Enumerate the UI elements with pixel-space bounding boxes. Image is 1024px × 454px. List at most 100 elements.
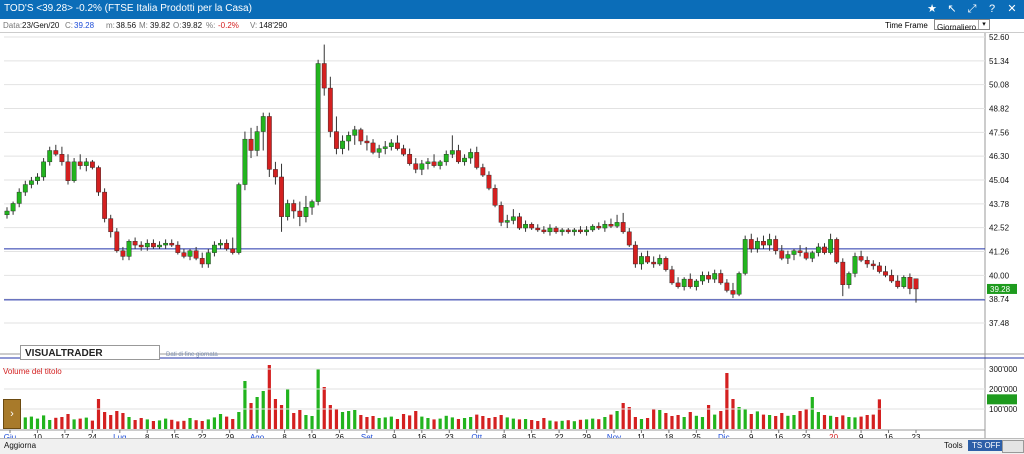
candle-body — [639, 256, 644, 265]
time-axis: Giu 10 17 24 Lug 8 15 22 29 Ago 8 19 26 Set 9 16 23 Ott 8 1… — [0, 429, 985, 438]
candle-body — [248, 138, 254, 151]
star-icon[interactable]: ★ — [924, 2, 940, 16]
volume-bar — [292, 413, 296, 429]
candle-body — [785, 254, 791, 259]
candle-body — [815, 246, 821, 253]
volume-bar — [664, 413, 668, 429]
volume-bar — [652, 409, 656, 429]
candle-body — [541, 229, 547, 233]
volume-bar — [865, 415, 869, 429]
volume-bar — [414, 411, 418, 429]
candle-body — [181, 252, 187, 257]
volume-bar — [103, 412, 107, 429]
volume-bar — [377, 418, 381, 429]
volume-bar — [609, 414, 613, 429]
date-value: 23/Gen/20 — [22, 21, 60, 30]
volume-bar — [408, 415, 412, 429]
volume-bar — [621, 403, 625, 429]
volume-bar — [133, 420, 137, 429]
chevron-down-icon[interactable]: ▾ — [978, 20, 989, 29]
candle-body — [663, 258, 669, 270]
quote-info-bar: Data: 23/Gen/20 C: 39.28 m: 38.56 M: 39.… — [0, 19, 1024, 33]
candle-body — [370, 142, 376, 153]
candle-body — [395, 142, 400, 149]
candle-body — [883, 271, 888, 276]
candle-body — [773, 239, 779, 251]
candle-body — [382, 146, 388, 149]
candle-body — [669, 269, 675, 284]
candle-body — [346, 135, 352, 142]
volume-bar — [218, 414, 223, 429]
candle-body — [468, 152, 474, 159]
candle-body — [498, 205, 504, 223]
volume-bar — [170, 419, 174, 429]
candle-body — [218, 242, 223, 246]
panel-toggle-button[interactable]: › — [3, 399, 21, 429]
volume-value: 148'290 — [259, 21, 288, 30]
price-tick-label: 41.26 — [989, 248, 1010, 257]
volume-bar — [755, 411, 759, 429]
candle-body — [852, 256, 858, 274]
volume-bars — [4, 365, 985, 429]
volume-bar — [316, 369, 320, 429]
candle-body — [169, 242, 175, 246]
aggiorna-button[interactable]: Aggiorna — [4, 441, 36, 450]
volume-bar — [261, 391, 265, 429]
candle-body — [230, 248, 236, 253]
volume-bar — [560, 420, 564, 429]
tools-button[interactable]: Tools — [940, 440, 967, 451]
back-arrow-icon[interactable]: ↖ — [944, 2, 960, 16]
candle-body — [584, 229, 589, 233]
candle-body — [504, 220, 510, 223]
ts-off-button[interactable]: TS OFF — [968, 440, 1005, 451]
candle-body — [102, 191, 108, 219]
candle-body — [29, 180, 34, 185]
candle-body — [114, 231, 120, 251]
volume-bar — [206, 419, 210, 429]
close-icon[interactable]: ✕ — [1004, 2, 1020, 16]
candle-body — [35, 176, 40, 181]
volume-bar — [23, 417, 27, 429]
candle-body — [352, 129, 358, 136]
grid-lines — [0, 33, 1024, 438]
volume-bar — [456, 419, 461, 429]
volume-bar — [633, 417, 637, 429]
volume-bar — [176, 421, 180, 429]
volume-bar — [847, 417, 851, 429]
volume-bar — [182, 420, 186, 429]
volume-bar — [566, 420, 570, 429]
candle-body — [809, 252, 815, 259]
candle-body — [254, 131, 260, 151]
candle-body — [285, 203, 291, 217]
volume-bar — [499, 415, 503, 429]
candle-body — [822, 246, 827, 253]
candle-body — [132, 241, 138, 246]
volume-bar — [597, 419, 601, 429]
candle-body — [83, 161, 89, 166]
candle-body — [157, 244, 162, 248]
candle-body — [108, 218, 114, 233]
window-title: TOD'S <39.28> -0.2% (FTSE Italia Prodott… — [4, 3, 252, 14]
volume-bar — [35, 418, 40, 429]
volume-bar — [615, 411, 619, 429]
candle-body — [913, 278, 919, 290]
timeframe-select[interactable]: Giornaliero ▾ — [934, 19, 990, 32]
volume-bar — [816, 412, 820, 429]
candle-body — [4, 210, 10, 216]
volume-bar — [719, 411, 723, 429]
candle-body — [828, 239, 833, 253]
volume-bar — [365, 417, 369, 429]
expand-icon[interactable]: ⤢ — [964, 2, 980, 16]
scrollbar-thumb[interactable] — [1002, 440, 1024, 453]
volume-bar — [194, 420, 198, 429]
candle-body — [846, 273, 852, 285]
price-chart[interactable]: 52.60 51.34 50.08 48.82 47.56 46.30 45.04 43.78… — [0, 33, 1024, 438]
volume-bar — [353, 410, 357, 429]
help-icon[interactable]: ? — [984, 2, 1000, 16]
candle-body — [718, 273, 724, 284]
volume-bar — [578, 419, 583, 429]
candle-body — [175, 244, 181, 253]
candle-body — [212, 244, 217, 253]
min-value: 38.56 — [116, 21, 137, 30]
volume-bar — [645, 418, 650, 429]
